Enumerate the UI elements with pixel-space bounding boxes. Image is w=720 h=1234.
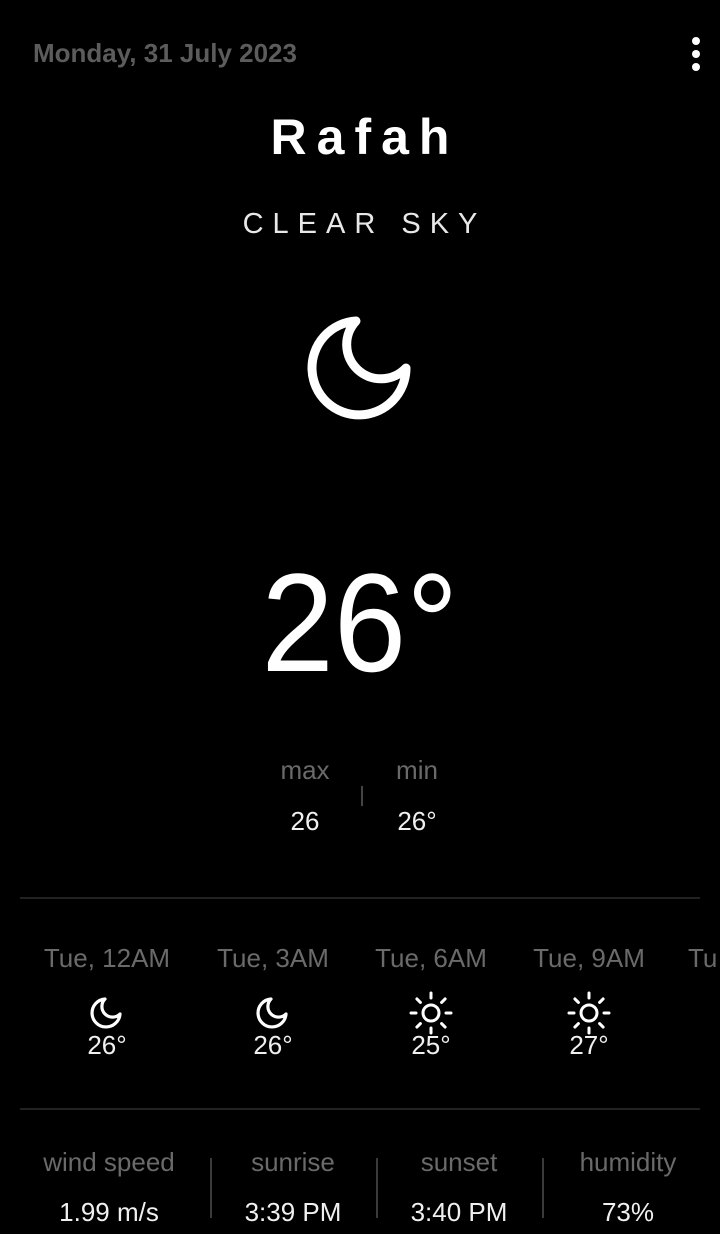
detail-label: sunset bbox=[420, 1147, 498, 1177]
city-name: Rafah bbox=[270, 109, 460, 165]
max-label: max bbox=[280, 755, 330, 785]
divider-bottom bbox=[20, 1108, 700, 1110]
forecast-temp: 27° bbox=[569, 1030, 609, 1060]
weather-details: wind speed 1.99 m/s sunrise 3:39 PM suns… bbox=[0, 1140, 720, 1230]
forecast-temp: 26° bbox=[87, 1030, 127, 1060]
forecast-time: Tu bbox=[688, 943, 718, 973]
detail-wind-speed: wind speed 1.99 m/s bbox=[28, 1140, 190, 1234]
detail-label: wind speed bbox=[43, 1147, 175, 1177]
detail-sunrise: sunrise 3:39 PM bbox=[222, 1140, 364, 1234]
more-vertical-icon bbox=[692, 37, 700, 71]
min-label: min bbox=[396, 755, 438, 785]
max-min-divider bbox=[361, 786, 363, 806]
moon-icon bbox=[300, 308, 420, 428]
detail-divider bbox=[376, 1158, 378, 1218]
forecast-time: Tue, 12AM bbox=[43, 943, 171, 973]
forecast-item: Tue, 3AM 26° bbox=[198, 940, 348, 1060]
forecast-time: Tue, 6AM bbox=[375, 943, 487, 973]
forecast-item: Tue, 9AM 27° bbox=[514, 940, 664, 1060]
detail-value: 1.99 m/s bbox=[59, 1197, 159, 1227]
max-value: 26 bbox=[290, 806, 320, 836]
forecast-item: Tue, 12AM 26° bbox=[32, 940, 182, 1060]
detail-humidity: humidity 73% bbox=[556, 1140, 700, 1234]
current-temperature: 26° bbox=[0, 548, 720, 698]
forecast-temp: 25° bbox=[411, 1030, 451, 1060]
hourly-forecast-list[interactable]: Tue, 12AM 26° Tue, 3AM 26° Tue, 6AM 25° … bbox=[0, 940, 720, 1080]
detail-value: 3:40 PM bbox=[410, 1197, 508, 1227]
forecast-time: Tue, 9AM bbox=[533, 943, 645, 973]
forecast-item-partial: Tu bbox=[688, 940, 720, 976]
detail-label: sunrise bbox=[251, 1147, 335, 1177]
date-label: Monday, 31 July 2023 bbox=[33, 38, 297, 68]
detail-sunset: sunset 3:40 PM bbox=[388, 1140, 530, 1234]
current-temperature-value: 26° bbox=[261, 544, 459, 701]
more-options-button[interactable] bbox=[680, 34, 712, 74]
detail-value: 73% bbox=[601, 1197, 655, 1227]
forecast-time: Tue, 3AM bbox=[217, 943, 329, 973]
divider-top bbox=[20, 897, 700, 899]
detail-label: humidity bbox=[579, 1147, 677, 1177]
forecast-item: Tue, 6AM 25° bbox=[356, 940, 506, 1060]
forecast-temp: 26° bbox=[253, 1030, 293, 1060]
min-value: 26° bbox=[397, 806, 437, 836]
weather-condition: CLEAR SKY bbox=[242, 208, 487, 240]
detail-divider bbox=[210, 1158, 212, 1218]
detail-divider bbox=[542, 1158, 544, 1218]
detail-value: 3:39 PM bbox=[244, 1197, 342, 1227]
